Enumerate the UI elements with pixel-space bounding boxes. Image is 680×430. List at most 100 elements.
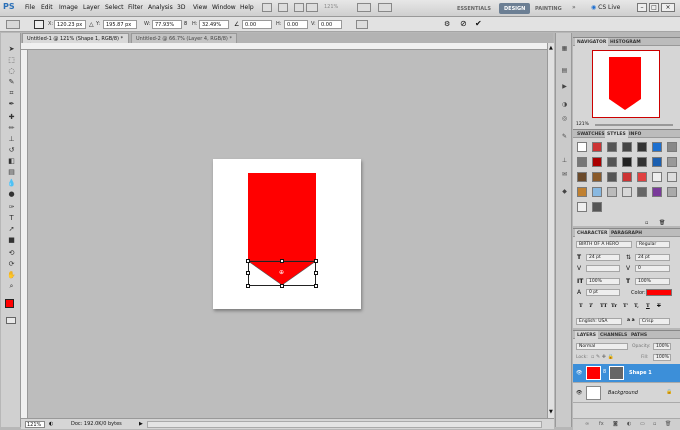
- new-layer-icon[interactable]: ▫: [653, 421, 656, 427]
- healing-brush-tool-icon[interactable]: ✚: [6, 113, 17, 121]
- tab-histogram[interactable]: HISTOGRAM: [608, 38, 643, 46]
- bridge-icon[interactable]: [262, 3, 272, 12]
- foreground-color-swatch[interactable]: [5, 299, 14, 308]
- add-mask-icon[interactable]: ◙: [613, 421, 618, 427]
- zoom-tool-icon[interactable]: [306, 3, 318, 12]
- actions-panel-icon[interactable]: ▶: [560, 83, 569, 91]
- mini-bridge-icon[interactable]: [278, 3, 288, 12]
- small-caps-button[interactable]: Tr: [611, 303, 617, 309]
- workspace-design[interactable]: DESIGN: [499, 3, 531, 14]
- style-swatch[interactable]: [592, 202, 602, 212]
- 3d-rotate-tool-icon[interactable]: ⟲: [6, 249, 17, 257]
- shape-fill-thumbnail[interactable]: [586, 366, 601, 380]
- y-field[interactable]: 195.87 px: [103, 20, 137, 29]
- tab-paragraph[interactable]: PARAGRAPH: [609, 229, 644, 237]
- style-swatch[interactable]: [667, 187, 677, 197]
- hand-tool-icon[interactable]: ✋: [6, 271, 17, 279]
- shape-tool-icon[interactable]: ■: [6, 236, 17, 244]
- cs-live-button[interactable]: ◉ CS Live: [591, 4, 620, 11]
- vskew-field[interactable]: 0.00: [318, 20, 342, 29]
- blend-mode-dropdown[interactable]: Normal: [576, 343, 628, 350]
- adjustment-layer-icon[interactable]: ◐: [627, 421, 631, 427]
- style-swatch[interactable]: [607, 187, 617, 197]
- leading-field[interactable]: 24 pt: [635, 254, 670, 261]
- status-menu-arrow-icon[interactable]: ▶: [139, 421, 143, 427]
- visibility-eye-icon[interactable]: 👁: [576, 390, 582, 396]
- dodge-tool-icon[interactable]: ●: [6, 190, 17, 198]
- style-swatch[interactable]: [622, 142, 632, 152]
- tab-navigator[interactable]: NAVIGATOR: [575, 38, 609, 46]
- style-swatch[interactable]: [577, 157, 587, 167]
- faux-italic-button[interactable]: T: [589, 303, 593, 309]
- warp-toggle-icon[interactable]: [356, 20, 368, 29]
- style-swatch[interactable]: [592, 142, 602, 152]
- language-dropdown[interactable]: English: USA: [576, 318, 622, 325]
- commit-transform-icon[interactable]: ✔: [475, 19, 482, 28]
- tab-info[interactable]: INFO: [627, 130, 643, 138]
- font-size-field[interactable]: 24 pt: [586, 254, 620, 261]
- style-swatch[interactable]: [577, 202, 587, 212]
- style-swatch[interactable]: [637, 172, 647, 182]
- h-field[interactable]: 32.49%: [199, 20, 229, 29]
- tool-preset-icon[interactable]: [6, 20, 20, 29]
- type-tool-icon[interactable]: T: [6, 214, 17, 222]
- workspace-essentials[interactable]: ESSENTIALS: [452, 3, 496, 14]
- cancel-transform-icon[interactable]: ⊘: [460, 19, 467, 28]
- navigator-preview[interactable]: [592, 50, 660, 118]
- new-style-icon[interactable]: ▫: [645, 220, 648, 226]
- hand-tool-icon[interactable]: [294, 3, 304, 12]
- new-group-icon[interactable]: ▭: [640, 421, 645, 427]
- tab-styles[interactable]: STYLES: [605, 130, 628, 138]
- kerning-field[interactable]: [586, 265, 620, 272]
- transform-handle[interactable]: [246, 259, 250, 263]
- lock-icons[interactable]: ▫ ✎ ✚ 🔒: [591, 354, 614, 360]
- document-canvas[interactable]: ⊕: [213, 159, 361, 309]
- x-field[interactable]: 120.23 px: [54, 20, 86, 29]
- transform-handle[interactable]: [280, 259, 284, 263]
- style-swatch[interactable]: [622, 187, 632, 197]
- underline-button[interactable]: T: [646, 303, 650, 309]
- font-family-dropdown[interactable]: BIRTH OF A HERO: [576, 241, 632, 248]
- mini-bridge-panel-icon[interactable]: ▦: [560, 45, 569, 53]
- link-layers-icon[interactable]: ∞: [585, 421, 589, 427]
- faux-bold-button[interactable]: T: [579, 303, 583, 309]
- reference-point-icon[interactable]: [34, 20, 44, 29]
- background-thumbnail[interactable]: [586, 386, 601, 400]
- text-color-swatch[interactable]: [646, 289, 672, 296]
- more-workspaces-button[interactable]: »: [572, 4, 576, 11]
- menu-filter[interactable]: Filter: [128, 4, 143, 11]
- transform-center-icon[interactable]: ⊕: [279, 269, 284, 276]
- crop-tool-icon[interactable]: ⌗: [6, 89, 17, 97]
- all-caps-button[interactable]: TT: [600, 303, 607, 309]
- layer-name[interactable]: Background: [608, 390, 638, 396]
- status-info-icon[interactable]: ◐: [49, 421, 53, 427]
- delete-layer-icon[interactable]: 🗑: [665, 421, 671, 427]
- tab-untitled-1[interactable]: Untitled-1 @ 121% (Shape 1, RGB/8) * ×: [22, 33, 129, 48]
- move-tool-icon[interactable]: ➤: [6, 45, 17, 53]
- superscript-button[interactable]: T': [623, 303, 628, 309]
- navigator-zoom-field[interactable]: 121%: [576, 122, 589, 127]
- fill-field[interactable]: 100%: [653, 354, 671, 361]
- horizontal-scrollbar[interactable]: [147, 421, 542, 428]
- vertical-scrollbar[interactable]: ▲ ▼: [547, 43, 554, 418]
- pen-tool-icon[interactable]: ✑: [6, 203, 17, 211]
- vertical-scale-field[interactable]: 100%: [586, 278, 620, 285]
- scroll-up-icon[interactable]: ▲: [549, 45, 553, 51]
- menu-analysis[interactable]: Analysis: [148, 4, 173, 11]
- 3d-orbit-tool-icon[interactable]: ⟳: [6, 260, 17, 268]
- status-zoom-field[interactable]: 121%: [25, 421, 45, 428]
- angle-field[interactable]: 0.00: [242, 20, 272, 29]
- style-swatch[interactable]: [607, 157, 617, 167]
- add-style-icon[interactable]: fx: [599, 421, 604, 427]
- font-style-dropdown[interactable]: Regular: [636, 241, 670, 248]
- visibility-eye-icon[interactable]: 👁: [576, 370, 582, 376]
- style-swatch[interactable]: [652, 157, 662, 167]
- close-button[interactable]: ×: [661, 3, 675, 12]
- link-icon[interactable]: 8: [184, 21, 187, 27]
- gradient-tool-icon[interactable]: ▤: [6, 168, 17, 176]
- menu-select[interactable]: Select: [105, 4, 124, 11]
- strikethrough-button[interactable]: T: [657, 303, 661, 309]
- style-swatch[interactable]: [652, 172, 662, 182]
- transform-handle[interactable]: [314, 271, 318, 275]
- style-swatch[interactable]: [592, 172, 602, 182]
